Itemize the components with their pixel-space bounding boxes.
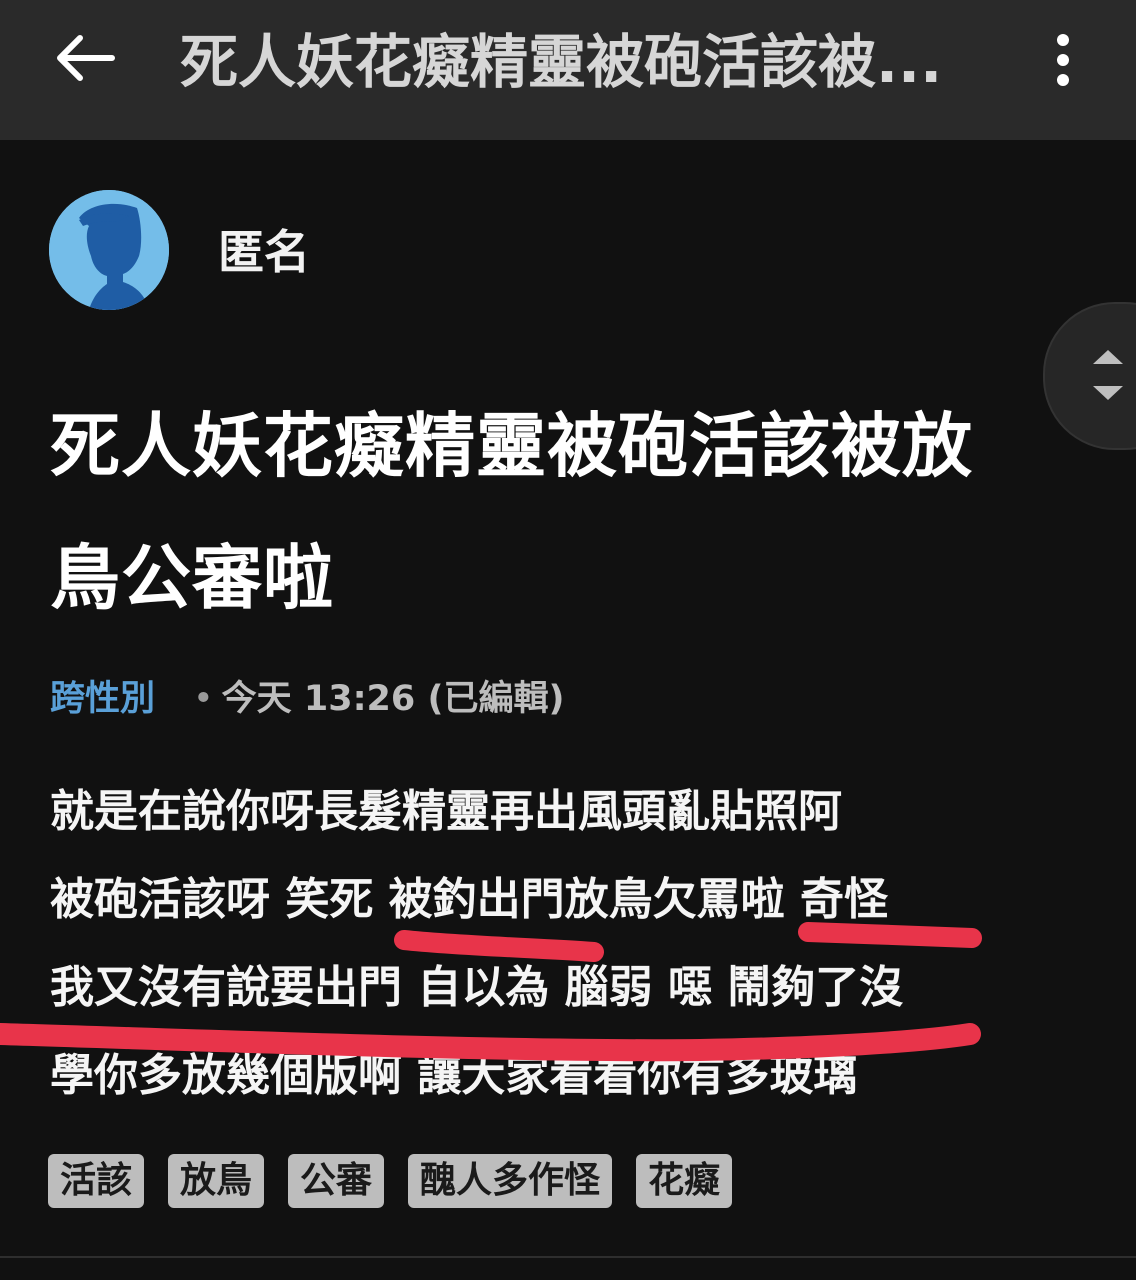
arrow-left-icon xyxy=(57,35,115,81)
post-body-line: 我又沒有說要出門 自以為 腦弱 噁 鬧夠了沒 xyxy=(50,962,904,1013)
tag-chip[interactable]: 醜人多作怪 xyxy=(408,1154,613,1208)
post-body-line: 就是在說你呀長髮精靈再出風頭亂貼照阿 xyxy=(50,786,842,837)
top-app-bar: 死人妖花癡精靈被砲活該被... xyxy=(0,0,1136,140)
tag-chip[interactable]: 公審 xyxy=(288,1154,385,1208)
app-bar-title: 死人妖花癡精靈被砲活該被... xyxy=(180,28,943,96)
post-title-line: 死人妖花癡精靈被砲活該被放 xyxy=(50,405,973,487)
post-body: 就是在說你呀長髮精靈再出風頭亂貼照阿 被砲活該呀 笑死 被釣出門放鳥欠罵啦 奇怪… xyxy=(50,768,1110,1120)
author-avatar[interactable] xyxy=(49,190,169,310)
post-title: 死人妖花癡精靈被砲活該被放 鳥公審啦 xyxy=(50,380,1050,644)
tag-chip[interactable]: 活該 xyxy=(48,1154,145,1208)
post-title-line: 鳥公審啦 xyxy=(50,537,334,619)
meta-separator: • xyxy=(193,679,214,719)
tag-chip[interactable]: 花癡 xyxy=(636,1154,733,1208)
author-name: 匿名 xyxy=(218,225,310,279)
tag-chip[interactable]: 放鳥 xyxy=(168,1154,265,1208)
more-vertical-icon xyxy=(1057,34,1069,86)
board-link[interactable]: 跨性別 xyxy=(50,679,155,719)
post-meta: 跨性別 • 今天 13:26 (已編輯) xyxy=(50,672,564,726)
back-button[interactable] xyxy=(40,18,130,98)
post-body-line: 學你多放幾個版啊 讓大家看看你有多玻璃 xyxy=(50,1050,858,1101)
post-body-line: 被砲活該呀 笑死 被釣出門放鳥欠罵啦 奇怪 xyxy=(50,874,888,925)
tag-list: 活該 放鳥 公審 醜人多作怪 花癡 xyxy=(48,1154,733,1208)
triangle-up-icon xyxy=(1093,350,1123,364)
more-options-button[interactable] xyxy=(1030,20,1096,100)
post-timestamp: 今天 13:26 (已編輯) xyxy=(221,679,565,719)
scroll-control[interactable] xyxy=(1043,302,1136,450)
section-divider xyxy=(0,1256,1136,1258)
anonymous-avatar-icon xyxy=(49,190,169,310)
triangle-down-icon xyxy=(1093,386,1123,400)
post-page: 死人妖花癡精靈被砲活該被... 匿名 死人妖花癡精靈被砲活該被放 鳥公審啦 跨性… xyxy=(0,0,1136,1280)
